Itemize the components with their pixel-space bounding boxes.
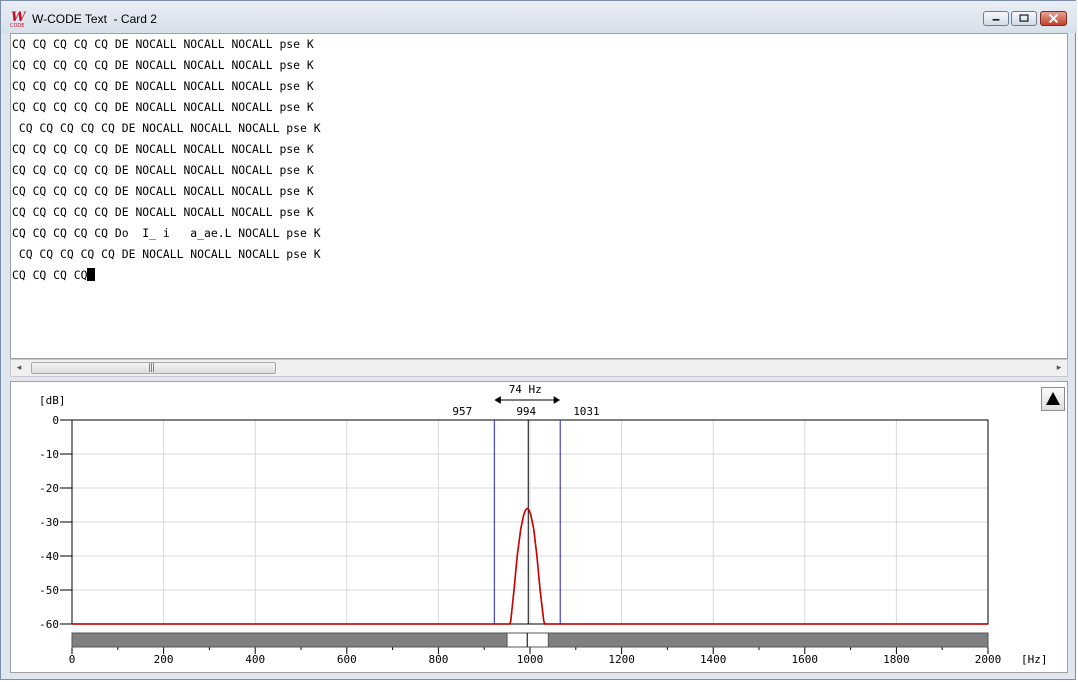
y-tick-label: -60 [39, 618, 59, 631]
svg-text:CODE: CODE [10, 23, 24, 28]
y-axis: 0 -10 -20 -30 -40 -50 -60 [39, 414, 72, 631]
spectrum-panel[interactable]: 0 -10 -20 -30 -40 -50 -60 0 200 400 600 800 1000 120… [10, 381, 1068, 673]
y-tick-label: -50 [39, 584, 59, 597]
passband-center-label: 994 [516, 405, 536, 418]
grid [71, 419, 989, 625]
y-tick-label: -30 [39, 516, 59, 529]
x-tick-label: 1600 [792, 653, 819, 666]
bandwidth-label: 74 Hz [509, 383, 542, 396]
current-line-text: CQ CQ CQ CQ [12, 268, 88, 282]
x-tick-label: 1800 [883, 653, 910, 666]
text-line: CQ CQ CQ CQ CQ DE NOCALL NOCALL NOCALL p… [12, 184, 314, 198]
y-tick-label: -40 [39, 550, 59, 563]
passband-low-label: 957 [452, 405, 472, 418]
x-tick-label: 1000 [517, 653, 544, 666]
x-tick-label: 0 [69, 653, 76, 666]
text-line: CQ CQ CQ CQ CQ Do I_ i a_ae.L NOCALL pse… [12, 226, 321, 240]
text-line: CQ CQ CQ CQ CQ DE NOCALL NOCALL NOCALL p… [12, 121, 321, 135]
text-line: CQ CQ CQ CQ CQ DE NOCALL NOCALL NOCALL p… [12, 37, 314, 51]
minimize-button[interactable] [983, 11, 1009, 26]
text-line: CQ CQ CQ CQ CQ DE NOCALL NOCALL NOCALL p… [12, 247, 321, 261]
thumb-grip-icon: ||| [148, 363, 155, 373]
w-code-logo-icon: W CODE [10, 10, 26, 28]
x-tick-label: 1400 [700, 653, 727, 666]
text-cursor [87, 268, 96, 281]
maximize-icon [1019, 14, 1029, 22]
scroll-left-arrow[interactable]: ◂ [12, 362, 26, 374]
x-tick-label: 800 [428, 653, 448, 666]
y-axis-unit: [dB] [39, 394, 66, 407]
app-window: W CODE W-CODE Text - Card 2 CQ CQ CQ CQ … [0, 0, 1077, 680]
text-line: CQ CQ CQ CQ CQ DE NOCALL NOCALL NOCALL p… [12, 142, 314, 156]
text-line: CQ CQ CQ CQ CQ DE NOCALL NOCALL NOCALL p… [12, 205, 314, 219]
x-axis-unit: [Hz] [1021, 653, 1048, 666]
title-bar[interactable]: W CODE W-CODE Text - Card 2 [1, 1, 1077, 33]
horizontal-scrollbar[interactable]: ◂ ||| ▸ [10, 359, 1068, 377]
spectrum-up-button[interactable] [1041, 387, 1065, 411]
text-line: CQ CQ CQ CQ CQ DE NOCALL NOCALL NOCALL p… [12, 163, 314, 177]
passband-high-label: 1031 [573, 405, 600, 418]
text-line: CQ CQ CQ CQ CQ DE NOCALL NOCALL NOCALL p… [12, 79, 314, 93]
x-axis: 0 200 400 600 800 1000 1200 1400 1600 1800 2000 [69, 647, 1002, 666]
close-button[interactable] [1040, 11, 1067, 26]
x-tick-label: 2000 [975, 653, 1002, 666]
spectrum-chart[interactable]: 0 -10 -20 -30 -40 -50 -60 0 200 400 600 800 1000 120… [11, 382, 1067, 672]
y-tick-label: -20 [39, 482, 59, 495]
triangle-up-icon [1046, 392, 1060, 405]
maximize-button[interactable] [1011, 11, 1037, 26]
y-tick-label: -10 [39, 448, 59, 461]
scroll-right-arrow[interactable]: ▸ [1052, 362, 1066, 374]
text-line-current: CQ CQ CQ CQ [12, 265, 96, 286]
x-tick-label: 400 [245, 653, 265, 666]
y-tick-label: 0 [52, 414, 59, 427]
x-tick-label: 600 [337, 653, 357, 666]
window-title: W-CODE Text - Card 2 [32, 12, 157, 26]
scrollbar-thumb[interactable]: ||| [31, 362, 276, 374]
text-line: CQ CQ CQ CQ CQ DE NOCALL NOCALL NOCALL p… [12, 100, 314, 114]
bandwidth-arrow-icon [494, 396, 561, 404]
close-icon [1048, 13, 1059, 24]
text-line: CQ CQ CQ CQ CQ DE NOCALL NOCALL NOCALL p… [12, 58, 314, 72]
x-tick-label: 1200 [608, 653, 635, 666]
x-tick-label: 200 [154, 653, 174, 666]
decoded-text-area[interactable]: CQ CQ CQ CQ CQ DE NOCALL NOCALL NOCALL p… [10, 33, 1068, 359]
minimize-icon [992, 18, 1000, 21]
